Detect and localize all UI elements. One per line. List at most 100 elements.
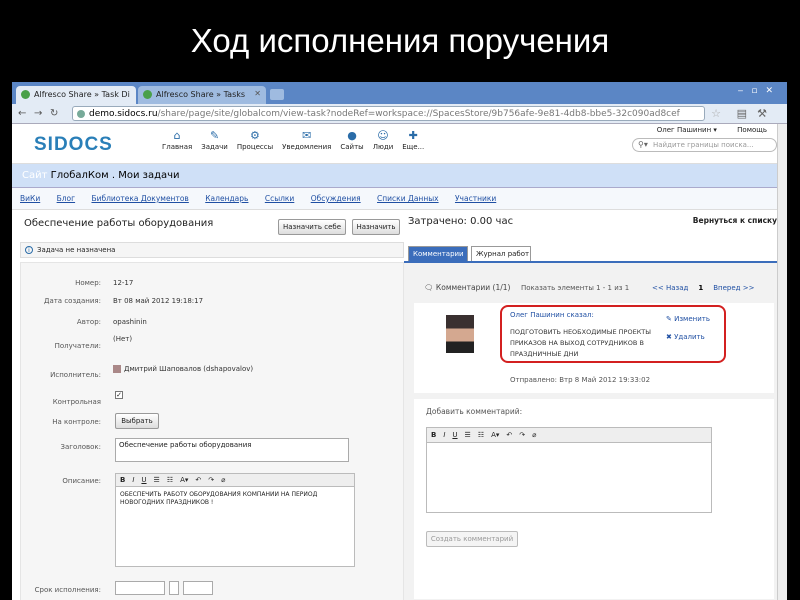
commenter-avatar [446,315,474,353]
nav-item-home[interactable]: ⌂ Главная [162,129,192,151]
page-scrollbar[interactable] [777,124,787,600]
site-link-members[interactable]: Участники [455,194,496,203]
calendar-icon[interactable] [169,581,179,595]
field-label-author: Автор: [76,318,101,326]
italic-icon[interactable]: I [443,431,445,439]
more-icon: ✚ [408,129,418,142]
comment-editor[interactable] [426,443,712,513]
select-controller-button[interactable]: Выбрать [115,413,159,429]
browser-tab-inactive[interactable]: Alfresco Share » Tasks ✕ [138,86,266,104]
nav-label: Сайты [340,143,364,151]
create-comment-button[interactable]: Создать комментарий [426,531,518,547]
forward-icon[interactable]: → [34,108,42,119]
nav-item-processes[interactable]: ⚙ Процессы [237,129,273,151]
url-input[interactable]: demo.sidocs.ru/share/page/site/globalcom… [72,106,705,121]
new-tab-button[interactable] [270,89,284,100]
site-link-calendar[interactable]: Календарь [205,194,248,203]
comment-author: Олег Пашинин сказал: [510,311,594,319]
browser-screenshot: Alfresco Share » Task Di Alfresco Share … [12,82,787,600]
wrench-icon[interactable]: ⚒ [757,107,767,120]
description-editor[interactable]: ОБЕСПЕЧИТЬ РАБОТУ ОБОРУДОВАНИЯ КОМПАНИИ … [115,487,355,567]
user-menu[interactable]: Олег Пашинин ▾ [657,126,717,134]
nav-item-tasks[interactable]: ✎ Задачи [201,129,228,151]
field-label-controller: На контроле: [52,418,101,426]
reload-icon[interactable]: ↻ [50,108,58,119]
assign-self-button[interactable]: Назначить себе [278,219,346,235]
back-icon[interactable]: ← [18,108,26,119]
italic-icon[interactable]: I [132,476,134,484]
site-link-discussions[interactable]: Обсуждения [311,194,361,203]
underline-icon[interactable]: U [452,431,457,439]
due-time-input[interactable] [183,581,213,595]
numbered-list-icon[interactable]: ☷ [167,476,173,484]
redo-icon[interactable]: ↷ [519,431,525,439]
redo-icon[interactable]: ↷ [208,476,214,484]
edit-label: Изменить [674,315,710,323]
page-menu-icon[interactable]: ▤ [737,107,747,120]
description-toolbar: B I U ☰ ☷ A▾ ↶ ↷ ⌀ [115,473,355,487]
app-logo[interactable]: SIDOCS [34,134,113,156]
site-link-datalists[interactable]: Списки Данных [377,194,439,203]
text-color-icon[interactable]: A▾ [491,431,499,439]
nav-item-notifications[interactable]: ✉ Уведомления [282,129,331,151]
subject-input[interactable]: Обеспечение работы оборудования [115,438,349,462]
nav-item-people[interactable]: ☺ Люди [373,129,394,151]
underline-icon[interactable]: U [141,476,146,484]
nav-label: Еще... [402,143,425,151]
info-icon: i [25,246,33,254]
nav-label: Задачи [201,143,228,151]
delete-comment-link[interactable]: ✖ Удалить [666,333,705,341]
delete-icon: ✖ [666,333,675,341]
bullet-list-icon[interactable]: ☰ [465,431,471,439]
nav-item-sites[interactable]: ● Сайты [340,129,363,151]
edit-icon: ✎ [666,315,675,323]
site-link-library[interactable]: Библиотека Документов [91,194,188,203]
favicon-icon [143,90,152,99]
notice-text: Задача не назначена [37,246,116,254]
undo-icon[interactable]: ↶ [506,431,512,439]
slide-title: Ход исполнения поручения [190,22,610,59]
home-icon: ⌂ [173,129,181,142]
due-date-input[interactable] [115,581,165,595]
nav-label: Главная [162,143,193,151]
site-link-wiki[interactable]: ВиКи [20,194,40,203]
comments-icon: 🗨 [424,283,436,292]
back-to-list-link[interactable]: Вернуться к списку [693,216,777,225]
tab-comments[interactable]: Комментарии [408,246,468,261]
next-page-link[interactable]: Вперед >> [713,284,754,292]
numbered-list-icon[interactable]: ☷ [478,431,484,439]
assign-button[interactable]: Назначить [352,219,400,235]
nav-label: Процессы [236,143,274,151]
nav-item-more[interactable]: ✚ Еще... [402,129,424,151]
tasks-icon: ✎ [209,129,220,142]
clear-format-icon[interactable]: ⌀ [221,476,225,484]
site-link-links[interactable]: Ссылки [265,194,294,203]
help-link[interactable]: Помощь [737,126,767,134]
control-checkbox[interactable]: ✓ [115,391,123,399]
notifications-icon: ✉ [302,129,312,142]
bold-icon[interactable]: B [431,431,436,439]
edit-comment-link[interactable]: ✎ Изменить [666,315,710,323]
bookmark-star-icon[interactable]: ☆ [711,107,721,120]
current-page: 1 [698,284,704,292]
add-comment-box: Добавить комментарий: B I U ☰ ☷ A▾ ↶ ↷ ⌀ Создать… [414,399,774,599]
tab-worklog[interactable]: Журнал работ [471,246,531,261]
field-author: opashinin [113,318,147,326]
browser-tab-active[interactable]: Alfresco Share » Task Di [16,86,136,104]
field-recipients: (Нет) [113,335,133,343]
window-controls[interactable]: ‒▫✕ [738,86,781,96]
close-tab-icon[interactable]: ✕ [254,89,261,98]
undo-icon[interactable]: ↶ [195,476,201,484]
task-form: Номер: 12-17 Дата создания: Вт 08 май 20… [20,262,404,600]
comments-panel: 🗨 Комментарии (1/1) Показать элементы 1 … [404,261,782,600]
url-path: /share/page/site/globalcom/view-task?nod… [157,109,680,119]
bullet-list-icon[interactable]: ☰ [154,476,160,484]
bold-icon[interactable]: B [120,476,125,484]
prev-page-link[interactable]: << Назад [652,284,688,292]
site-link-blog[interactable]: Блог [57,194,75,203]
comment-item: Олег Пашинин сказал: ПОДГОТОВИТЬ НЕОБХОД… [414,303,774,393]
clear-format-icon[interactable]: ⌀ [532,431,536,439]
search-input[interactable]: ⚲▾ Найдите границы поиска... [632,138,777,152]
field-label-recipients: Получатели: [54,342,101,350]
text-color-icon[interactable]: A▾ [180,476,188,484]
